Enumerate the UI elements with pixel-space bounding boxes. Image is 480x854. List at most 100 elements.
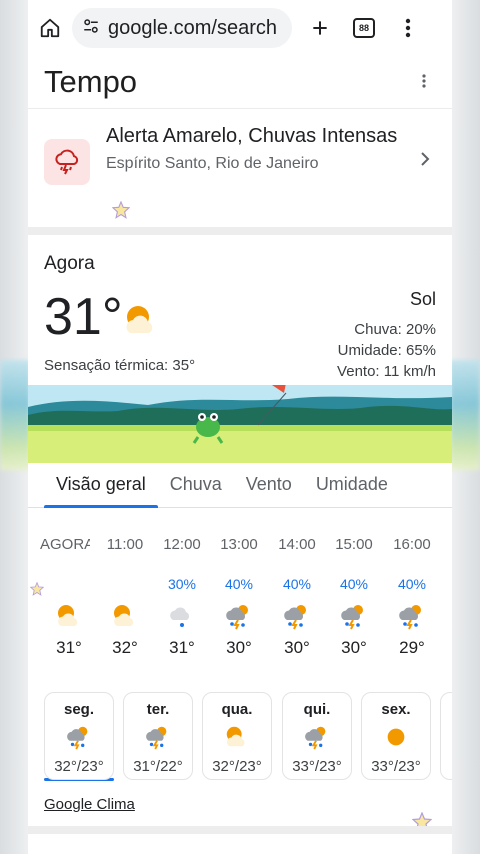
tab-wind[interactable]: Vento <box>234 474 304 507</box>
thunderstorm-icon <box>399 605 421 630</box>
hour-temperature: 30° <box>226 638 252 657</box>
condition-text: Sol <box>409 289 436 309</box>
day-icon <box>203 722 271 752</box>
hour-temperature: 29° <box>399 638 425 657</box>
browser-toolbar: google.com/search 88 <box>28 0 452 56</box>
day-temperatures: 32°/23° <box>54 758 104 775</box>
feels-like: Sensação térmica: 35° <box>44 357 196 374</box>
thunderstorm-icon <box>305 726 326 750</box>
day-name: sex. <box>381 701 411 718</box>
thunderstorm-icon <box>146 726 167 750</box>
partly-sunny-icon <box>114 605 134 626</box>
hour-label: AGORA <box>40 536 90 553</box>
star-sticker-icon <box>30 582 44 596</box>
background-blur-right <box>450 360 480 470</box>
weather-tabs: Visão geral Chuva Vento Umidade <box>28 463 452 508</box>
day-icon <box>45 722 113 752</box>
day-icon <box>283 722 351 752</box>
url-text: google.com/search <box>108 16 277 39</box>
partly-sunny-icon <box>58 605 78 626</box>
day-name: qui. <box>303 701 331 718</box>
alert-regions: Espírito Santo, Rio de Janeiro <box>106 155 319 172</box>
day-name: ter. <box>146 701 170 718</box>
precip-chance: 40% <box>339 576 369 592</box>
tab-count: 88 <box>353 18 375 38</box>
tab-humidity[interactable]: Umidade <box>304 474 400 507</box>
hour-icon <box>325 602 383 632</box>
hour-label: 11:00 <box>106 536 144 553</box>
partly-sunny-icon <box>226 726 245 747</box>
hour-label: 13:00 <box>220 536 258 553</box>
alert-title: Alerta Amarelo, Chuvas Intensas <box>106 125 398 147</box>
hour-icon <box>210 602 268 632</box>
star-sticker-icon <box>112 201 130 219</box>
google-weather-link[interactable]: Google Clima <box>44 796 135 813</box>
day-icon <box>362 722 430 752</box>
humidity: Umidade: 65% <box>337 342 436 359</box>
day-temperatures: 33°/23° <box>371 758 421 775</box>
home-icon[interactable] <box>28 6 72 50</box>
hour-temperature: 32° <box>112 638 138 657</box>
day-card[interactable]: ter. 31°/22° <box>123 692 193 780</box>
hour-label: 15:00 <box>335 536 373 553</box>
thunderstorm-icon <box>226 605 248 630</box>
hour-icon <box>40 602 98 632</box>
day-card[interactable]: qua. 32°/23° <box>202 692 272 780</box>
day-temperatures: 31°/22° <box>133 758 183 775</box>
page-title: Tempo <box>44 64 138 99</box>
storm-warning-icon <box>44 139 90 185</box>
tab-rain[interactable]: Chuva <box>158 474 234 507</box>
daily-forecast[interactable]: seg. 32°/23° ter. 31°/22° qua. 32°/23° qui. 33°… <box>28 686 452 784</box>
more-options-icon[interactable] <box>412 71 436 94</box>
hour-icon <box>268 602 326 632</box>
next-day-card[interactable] <box>440 692 452 780</box>
precip-chance: 40% <box>397 576 427 592</box>
browser-menu-icon[interactable] <box>386 6 430 50</box>
current-temperature: 31° <box>44 288 123 346</box>
day-card[interactable]: sex. 33°/23° <box>361 692 431 780</box>
day-temperatures: 32°/23° <box>212 758 262 775</box>
thunderstorm-icon <box>341 605 363 630</box>
thunderstorm-icon <box>67 726 88 750</box>
hour-temperature: 30° <box>284 638 310 657</box>
rain-cloud-icon <box>170 607 190 627</box>
tab-switcher-button[interactable]: 88 <box>342 6 386 50</box>
address-bar[interactable]: google.com/search <box>72 8 292 48</box>
current-conditions: Agora 31° Sensação térmica: 35° Sol Chuv… <box>28 235 452 463</box>
precip-chance: 40% <box>282 576 312 592</box>
background-blur-left <box>0 360 30 470</box>
day-card[interactable]: qui. 33°/23° <box>282 692 352 780</box>
day-card[interactable]: seg. 32°/23° <box>44 692 114 780</box>
now-label: Agora <box>44 253 95 274</box>
rain-chance: Chuva: 20% <box>354 321 436 338</box>
day-icon <box>124 722 192 752</box>
day-name: qua. <box>221 701 253 718</box>
sunny-icon <box>387 728 405 746</box>
hour-temperature: 30° <box>341 638 367 657</box>
hour-icon <box>153 602 211 632</box>
hour-temperature: 31° <box>56 638 82 657</box>
day-name: seg. <box>63 701 94 718</box>
partly-sunny-icon <box>126 306 153 333</box>
phone-screen: google.com/search 88 Tempo Alerta Amarel… <box>28 0 452 854</box>
wind: Vento: 11 km/h <box>337 363 436 380</box>
hour-label: 14:00 <box>278 536 316 553</box>
hour-temperature: 31° <box>169 638 195 657</box>
hour-label: 16:00 <box>393 536 431 553</box>
hour-icon <box>383 602 441 632</box>
day-temperatures: 33°/23° <box>292 758 342 775</box>
chevron-right-icon[interactable] <box>420 151 430 172</box>
new-tab-icon[interactable] <box>298 6 342 50</box>
tab-overview[interactable]: Visão geral <box>44 474 158 508</box>
weather-header: Tempo <box>28 56 452 109</box>
hour-icon <box>96 602 154 632</box>
precip-chance: 30% <box>167 576 197 592</box>
hour-label: 12:00 <box>163 536 201 553</box>
bottom-bar <box>28 826 452 854</box>
precip-chance: 40% <box>224 576 254 592</box>
hourly-forecast[interactable]: AGORA 31° 11:00 32° 12:00 30% 31° 13:00 40% 30° 14… <box>28 508 452 686</box>
weather-alert[interactable]: Alerta Amarelo, Chuvas Intensas Espírito… <box>28 109 452 227</box>
weather-illustration <box>28 385 452 463</box>
section-divider <box>28 227 452 235</box>
site-settings-icon[interactable] <box>82 17 100 40</box>
